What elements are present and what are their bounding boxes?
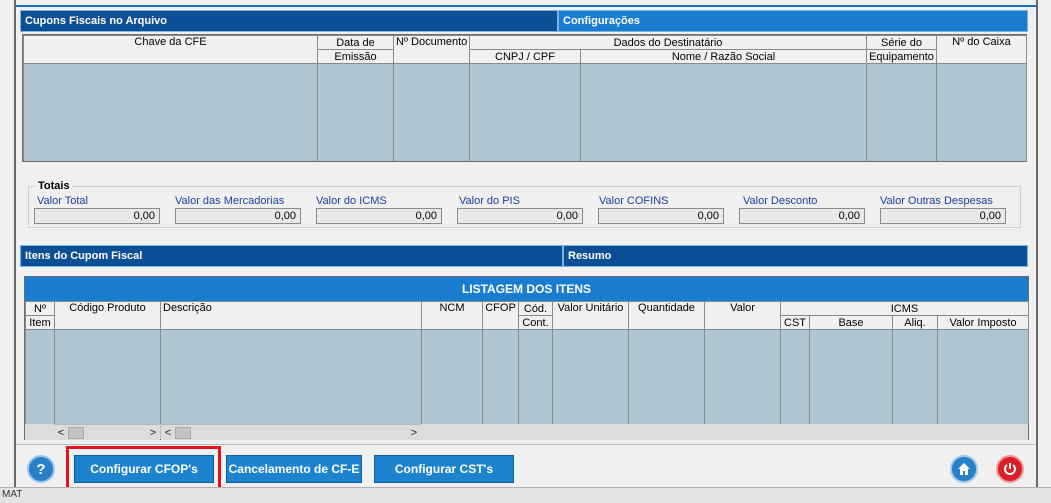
header-descricao[interactable]: Descrição (160, 301, 422, 330)
power-icon[interactable] (996, 455, 1024, 483)
scroll-right-icon[interactable]: > (146, 427, 160, 439)
itens-table: Nº Código Produto Descrição NCM CFOP Cód… (25, 301, 1029, 424)
listagem-title: LISTAGEM DOS ITENS (25, 277, 1028, 301)
top-strip (16, 0, 1036, 7)
label-valor-mercadorias: Valor das Mercadorias (175, 195, 285, 207)
cfe-cell[interactable] (23, 63, 318, 161)
label-valor-outras-despesas: Valor Outras Despesas (880, 195, 993, 207)
item-cell[interactable] (937, 329, 1029, 424)
item-cell[interactable] (25, 329, 55, 424)
field-valor-icms[interactable]: 0,00 (316, 208, 442, 224)
item-cell[interactable] (704, 329, 781, 424)
header-chave[interactable]: Chave da CFE (23, 34, 318, 65)
frame-border-left (14, 0, 16, 503)
scroll-thumb[interactable] (68, 426, 84, 439)
header-caixa[interactable]: Nº do Caixa (936, 34, 1027, 65)
header-cfop[interactable]: CFOP (482, 301, 519, 330)
item-cell[interactable] (518, 329, 553, 424)
label-valor-pis: Valor do PIS (459, 195, 520, 207)
header-nome[interactable]: Nome / Razão Social (580, 49, 867, 65)
header-cod-line2[interactable]: Cont. (518, 315, 553, 330)
item-cell[interactable] (892, 329, 938, 424)
header-ncm[interactable]: NCM (421, 301, 483, 330)
label-valor-total: Valor Total (37, 195, 88, 207)
home-icon[interactable] (950, 455, 978, 483)
scroll-thumb[interactable] (175, 426, 191, 439)
cfe-cell[interactable] (866, 63, 937, 161)
scroll-filler (25, 424, 54, 440)
itens-tabbar: Itens do Cupom Fiscal Resumo (20, 245, 1028, 267)
field-valor-pis[interactable]: 0,00 (457, 208, 583, 224)
cfe-cell[interactable] (936, 63, 1027, 161)
label-valor-icms: Valor do ICMS (316, 195, 387, 207)
header-valor[interactable]: Valor (704, 301, 781, 330)
cfe-cell[interactable] (393, 63, 470, 161)
cfe-cell[interactable] (317, 63, 394, 161)
tab-configuracoes[interactable]: Configurações (558, 10, 1028, 32)
field-valor-cofins[interactable]: 0,00 (598, 208, 724, 224)
scrollbar-codigo[interactable]: < > (54, 424, 160, 440)
tab-cupons-fiscais[interactable]: Cupons Fiscais no Arquivo (20, 10, 558, 32)
item-cell[interactable] (809, 329, 893, 424)
itens-table-body (25, 329, 1029, 424)
cfe-table-container: Chave da CFE Data de Nº Documento Dados … (22, 34, 1027, 162)
item-cell[interactable] (628, 329, 705, 424)
cupons-tabbar: Cupons Fiscais no Arquivo Configurações (20, 10, 1028, 32)
tab-resumo[interactable]: Resumo (563, 245, 1028, 267)
header-documento[interactable]: Nº Documento (393, 34, 470, 65)
header-cnpj[interactable]: CNPJ / CPF (469, 49, 581, 65)
item-cell[interactable] (482, 329, 519, 424)
scroll-right-icon[interactable]: > (407, 427, 421, 439)
header-data-line2[interactable]: Emissão (317, 49, 394, 65)
scrollbar-descricao[interactable]: < > (161, 424, 421, 440)
frame-border-right (1036, 0, 1038, 503)
header-aliq[interactable]: Aliq. (892, 315, 938, 330)
field-valor-mercadorias[interactable]: 0,00 (175, 208, 301, 224)
cancelamento-cfe-button[interactable]: Cancelamento de CF-E (226, 455, 362, 483)
toolbar-divider (16, 444, 1036, 445)
totais-title: Totais (36, 180, 72, 192)
header-cst[interactable]: CST (780, 315, 810, 330)
header-base[interactable]: Base (809, 315, 893, 330)
header-data-line1[interactable]: Data de (317, 34, 394, 51)
header-codigo[interactable]: Código Produto (54, 301, 161, 330)
tab-itens-cupom[interactable]: Itens do Cupom Fiscal (20, 245, 563, 267)
configurar-cfop-button[interactable]: Configurar CFOP's (74, 455, 214, 483)
cfe-table-body (23, 63, 1027, 161)
label-valor-desconto: Valor Desconto (743, 195, 818, 207)
configurar-cst-button[interactable]: Configurar CST's (374, 455, 514, 483)
header-valor-imposto[interactable]: Valor Imposto (937, 315, 1029, 330)
cfe-cell[interactable] (580, 63, 867, 161)
item-cell[interactable] (421, 329, 483, 424)
status-text: MAT (2, 489, 23, 500)
status-bar: MAT (0, 487, 1051, 503)
itens-table-container: LISTAGEM DOS ITENS Nº Código Produto Des… (24, 276, 1029, 440)
field-valor-total[interactable]: 0,00 (34, 208, 160, 224)
cfe-table: Chave da CFE Data de Nº Documento Dados … (23, 34, 1027, 161)
header-valor-unitario[interactable]: Valor Unitário (552, 301, 629, 330)
header-item-line2[interactable]: Item (25, 315, 55, 330)
item-cell[interactable] (552, 329, 629, 424)
header-destinatario: Dados do Destinatário (469, 34, 867, 51)
scroll-left-icon[interactable]: < (54, 427, 68, 439)
header-item-line1[interactable]: Nº (25, 301, 55, 316)
header-cod-line1[interactable]: Cód. (518, 301, 553, 316)
header-serie-line2[interactable]: Equipamento (866, 49, 937, 65)
field-valor-desconto[interactable]: 0,00 (739, 208, 865, 224)
header-serie-line1[interactable]: Série do (866, 34, 937, 51)
scroll-left-icon[interactable]: < (161, 427, 175, 439)
header-quantidade[interactable]: Quantidade (628, 301, 705, 330)
field-valor-outras-despesas[interactable]: 0,00 (880, 208, 1006, 224)
scroll-filler (421, 424, 1028, 440)
help-icon[interactable]: ? (27, 455, 55, 483)
item-cell[interactable] (780, 329, 810, 424)
label-valor-cofins: Valor COFINS (599, 195, 669, 207)
item-cell[interactable] (54, 329, 161, 424)
cfe-cell[interactable] (469, 63, 581, 161)
item-cell[interactable] (160, 329, 422, 424)
header-icms: ICMS (780, 301, 1029, 316)
